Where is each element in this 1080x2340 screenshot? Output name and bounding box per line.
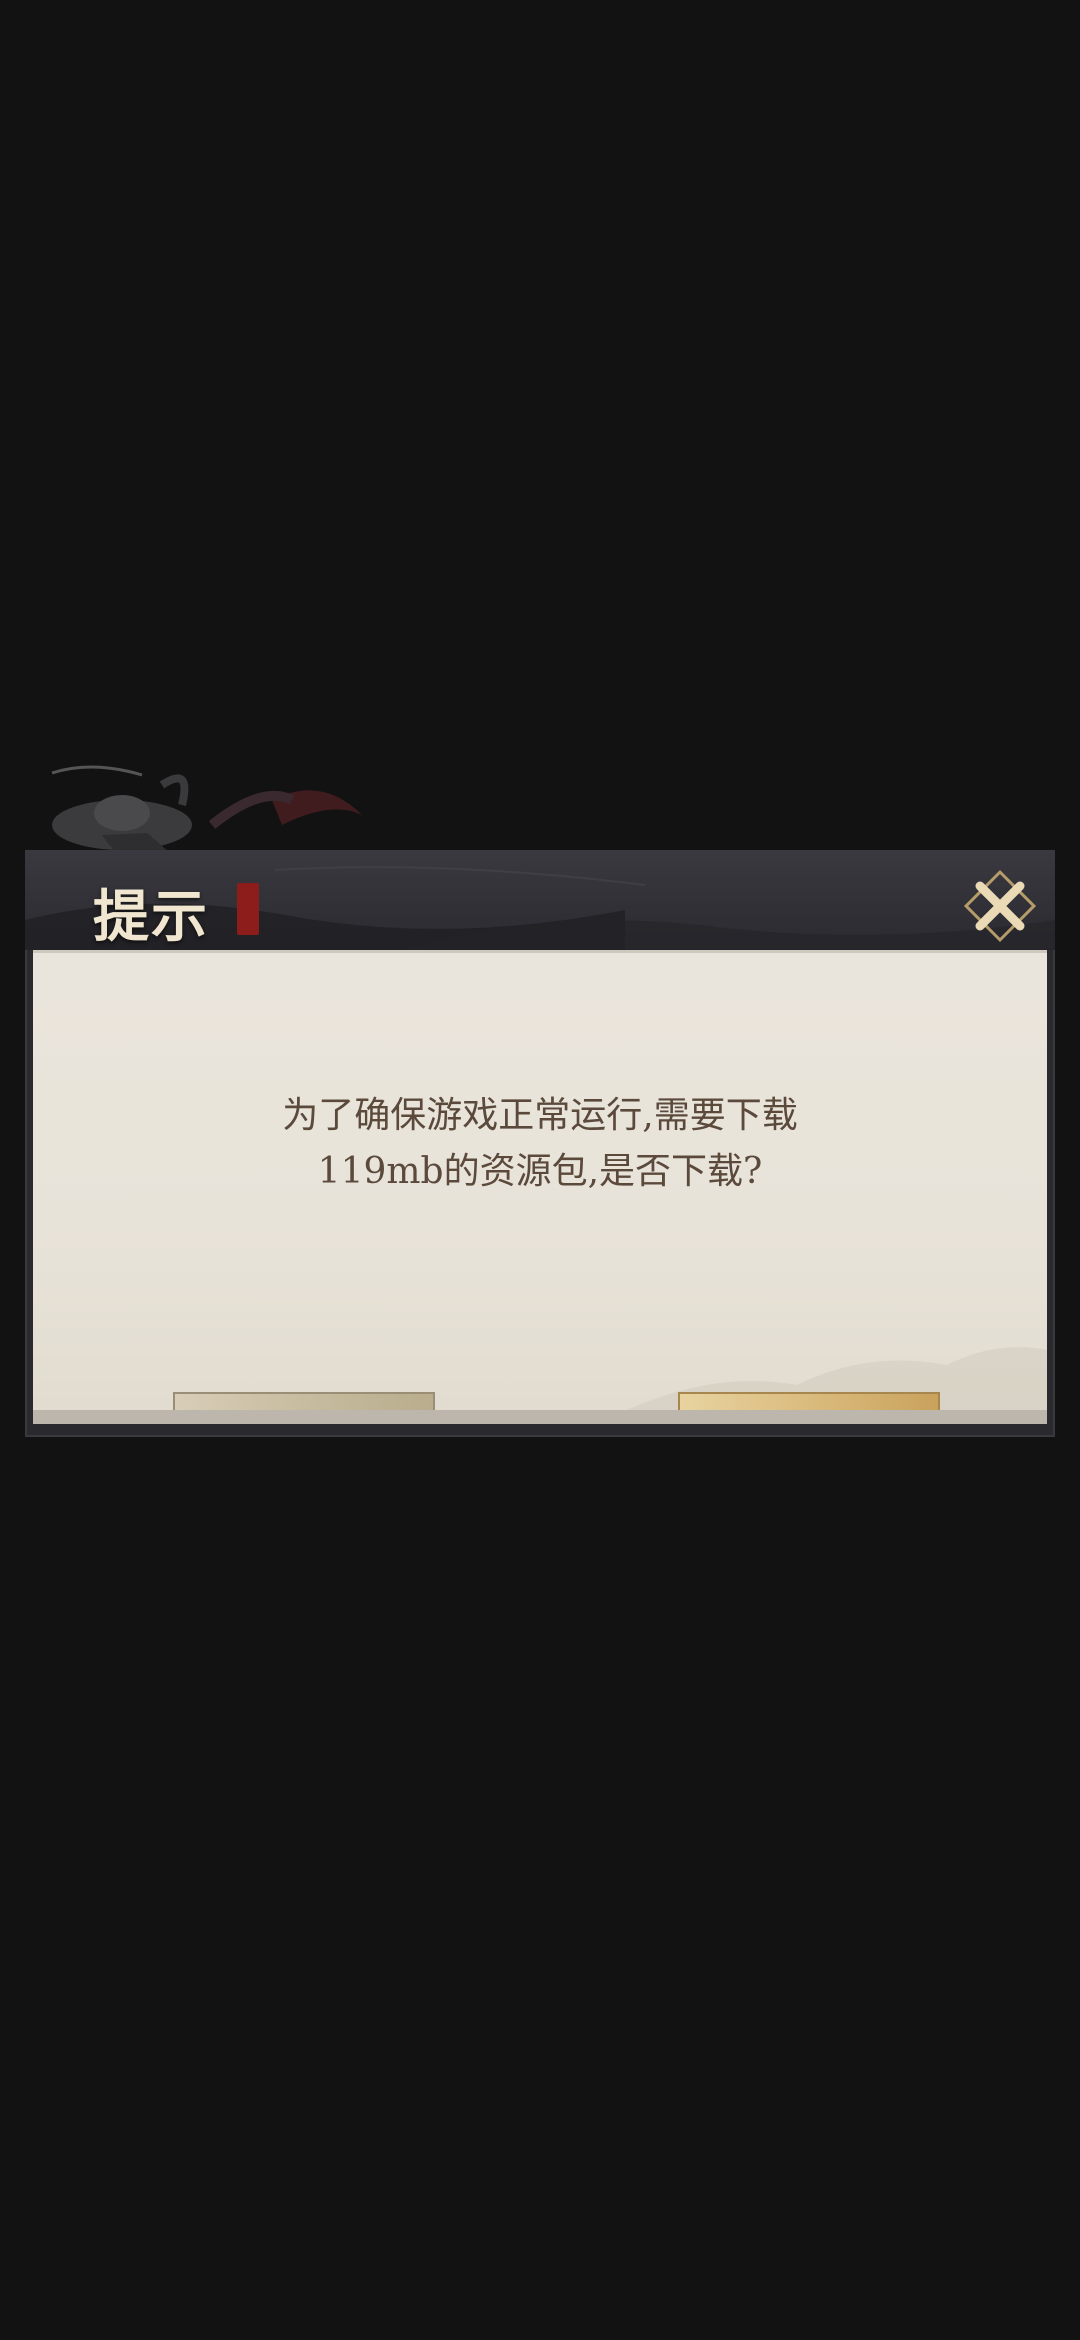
- dialog-bottom-edge: [33, 1410, 1047, 1424]
- red-seal-icon: [237, 883, 259, 935]
- dialog-title: 提示: [93, 884, 209, 950]
- prompt-dialog: 提示 为了确保游戏正常运行,需要下载 119mb的资源包,是否下载? 取消 确定: [25, 850, 1055, 1437]
- message-line-1: 为了确保游戏正常运行,需要下载: [282, 1095, 798, 1136]
- message-line-2: 119mb的资源包,是否下载?: [317, 1151, 763, 1192]
- close-button[interactable]: [962, 868, 1038, 944]
- confirm-button[interactable]: 确定: [678, 1392, 940, 1410]
- close-x-icon: [975, 881, 1025, 931]
- dialog-header: 提示: [25, 850, 1055, 950]
- cancel-button[interactable]: 取消: [173, 1392, 435, 1410]
- dialog-body: 为了确保游戏正常运行,需要下载 119mb的资源包,是否下载? 取消 确定: [33, 950, 1047, 1410]
